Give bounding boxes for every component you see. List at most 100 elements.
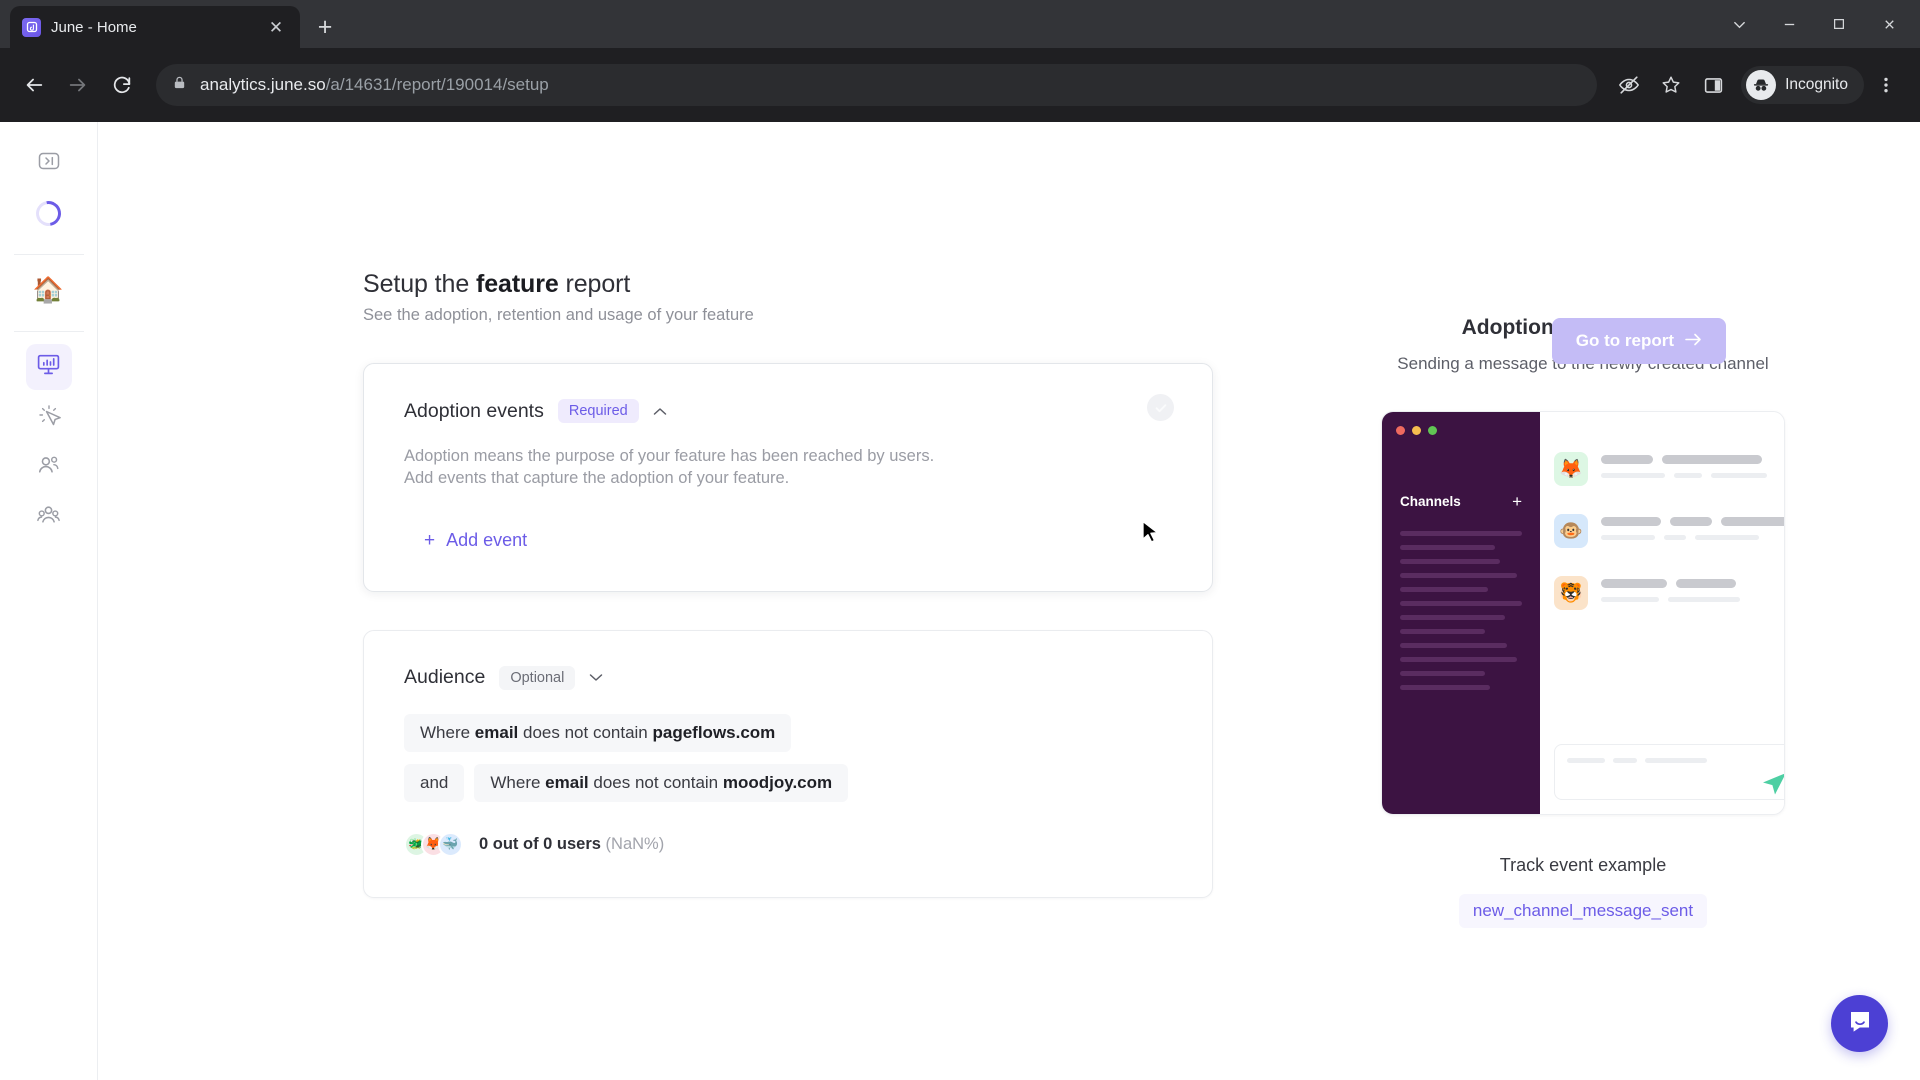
plus-icon: + [1512, 492, 1522, 511]
placeholder-bar [1645, 758, 1707, 763]
placeholder-bar [1613, 758, 1637, 763]
go-to-report-button[interactable]: Go to report [1551, 318, 1726, 364]
filter-chip[interactable]: Where email does not contain pageflows.c… [404, 713, 792, 752]
filter-operator: does not contain [518, 722, 653, 742]
placeholder-bar [1601, 517, 1661, 526]
track-event-title: Track event example [1499, 855, 1667, 875]
message-avatar: 🐯 [1554, 576, 1588, 610]
check-circle-icon [1147, 394, 1174, 421]
chevron-up-icon[interactable] [653, 405, 667, 418]
intercom-chat-button[interactable] [1831, 995, 1888, 1052]
placeholder-line [1400, 643, 1508, 648]
filter-operator: does not contain [588, 772, 723, 792]
url-domain: analytics.june.so [200, 75, 326, 94]
page-subtitle: See the adoption, retention and usage of… [363, 306, 754, 324]
browser-tab[interactable]: June - Home ✕ [10, 6, 300, 48]
add-event-button[interactable]: + Add event [404, 530, 527, 551]
maximize-dot-icon [1428, 426, 1437, 435]
audience-card-title: Audience [404, 666, 486, 689]
page-title: Setup the feature report [363, 270, 754, 299]
placeholder-line [1400, 629, 1486, 634]
bookmark-star-icon[interactable] [1651, 65, 1691, 105]
filter-prefix: Where [490, 772, 546, 792]
avatar-group: 🐲 🦊 🐳 [404, 831, 463, 857]
plus-icon: + [424, 529, 436, 551]
placeholder-bar [1601, 535, 1655, 540]
url-path: /a/14631/report/190014/setup [325, 75, 549, 94]
track-event-chip[interactable]: new_channel_message_sent [1458, 894, 1708, 928]
close-dot-icon [1396, 426, 1405, 435]
page-header: Setup the feature report See the adoptio… [363, 270, 1213, 325]
placeholder-line [1400, 573, 1518, 578]
side-panel-icon[interactable] [1693, 65, 1733, 105]
audience-card-header[interactable]: Audience Optional [404, 665, 1172, 690]
mockup-message: 🐵 [1554, 514, 1784, 549]
adoption-events-card: Adoption events Required Adoption means … [363, 363, 1213, 592]
placeholder-bar [1711, 473, 1767, 478]
mockup-message: 🦊 [1554, 452, 1784, 487]
adoption-card-title: Adoption events [404, 399, 544, 422]
kebab-menu-icon[interactable] [1866, 65, 1906, 105]
placeholder-bar [1664, 535, 1686, 540]
filter-value: pageflows.com [652, 722, 776, 742]
sidebar-item-users[interactable] [26, 444, 72, 490]
sidebar-item-expand-sidebar[interactable] [26, 140, 72, 186]
house-emoji: 🏠 [32, 275, 65, 304]
filter-prefix: Where [420, 722, 475, 742]
audience-filter-row-2[interactable]: and Where email does not contain moodjoy… [404, 763, 1172, 802]
report-board-icon [36, 352, 61, 382]
maximize-icon[interactable] [1816, 2, 1862, 46]
placeholder-bar [1601, 473, 1665, 478]
filter-conjunction[interactable]: and [404, 763, 465, 802]
sidebar-item-companies[interactable] [26, 494, 72, 540]
placeholder-bar [1662, 455, 1762, 464]
user-count-value: 0 out of 0 users [479, 834, 601, 853]
user-count-text: 0 out of 0 users (NaN%) [479, 835, 664, 854]
forward-button[interactable] [58, 65, 98, 105]
mockup-channels-header: Channels + [1396, 493, 1526, 510]
companies-group-icon [36, 502, 61, 532]
sidebar-item-reports[interactable] [25, 344, 72, 390]
placeholder-bar [1601, 579, 1667, 588]
mockup-channels-label: Channels [1400, 494, 1461, 509]
adoption-card-header[interactable]: Adoption events Required [404, 399, 1172, 423]
toolbar-actions: Incognito [1609, 65, 1906, 105]
mockup-channel-list [1396, 531, 1526, 690]
close-icon[interactable]: ✕ [264, 15, 288, 39]
mockup-message-list: 🦊 🐵 🐯 [1540, 412, 1784, 814]
placeholder-line [1400, 601, 1522, 606]
chevron-down-icon[interactable] [589, 671, 603, 684]
filter-value: moodjoy.com [722, 772, 833, 792]
page-title-suffix: report [558, 270, 631, 298]
window-traffic-lights [1396, 426, 1526, 435]
back-button[interactable] [14, 65, 54, 105]
optional-badge: Optional [499, 665, 576, 690]
close-window-icon[interactable] [1866, 2, 1912, 46]
new-tab-button[interactable]: + [306, 8, 344, 46]
window-controls [1716, 0, 1920, 48]
sidebar-item-events[interactable] [26, 394, 72, 440]
adoption-desc-line-2: Add events that capture the adoption of … [404, 469, 790, 488]
address-bar[interactable]: analytics.june.so/a/14631/report/190014/… [156, 64, 1598, 106]
placeholder-bar [1670, 517, 1712, 526]
placeholder-bar [1676, 579, 1736, 588]
third-party-cookie-blocked-icon[interactable] [1609, 65, 1649, 105]
profile-incognito-button[interactable]: Incognito [1741, 66, 1864, 104]
placeholder-line [1400, 587, 1488, 592]
filter-chip[interactable]: Where email does not contain moodjoy.com [474, 763, 849, 802]
reload-button[interactable] [102, 65, 142, 105]
adoption-desc-line-1: Adoption means the purpose of your featu… [404, 447, 935, 465]
tab-search-chevron-down-icon[interactable] [1716, 2, 1762, 46]
audience-filter-row-1[interactable]: Where email does not contain pageflows.c… [404, 713, 1172, 752]
incognito-icon [1746, 70, 1777, 100]
sidebar-divider-1 [13, 254, 84, 255]
placeholder-bar [1668, 597, 1740, 602]
audience-user-count-row: 🐲 🦊 🐳 0 out of 0 users (NaN%) [404, 831, 1172, 857]
message-avatar: 🦊 [1554, 452, 1588, 486]
pointer-cursor-icon [1756, 764, 1784, 803]
loading-spinner-icon [31, 195, 66, 231]
minimize-icon[interactable] [1766, 2, 1812, 46]
page-title-prefix: Setup the [363, 270, 476, 298]
sidebar-item-home[interactable]: 🏠 [26, 267, 72, 313]
placeholder-bar [1567, 758, 1605, 763]
